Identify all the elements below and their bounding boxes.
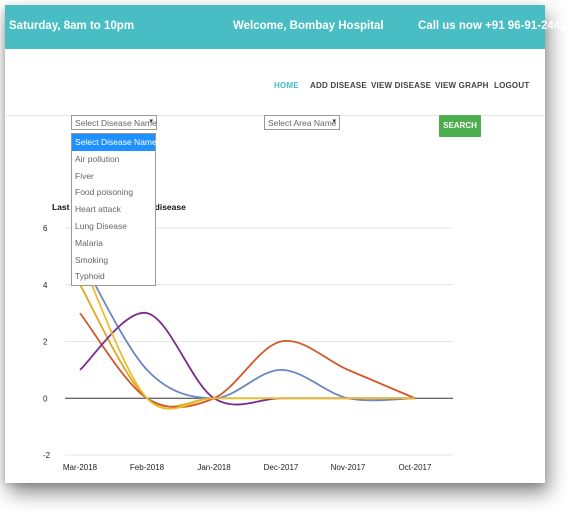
x-tick-label: Dec-2017 xyxy=(264,463,299,472)
x-tick-label: Jan-2018 xyxy=(197,463,231,472)
dropdown-option[interactable]: Food poisoning xyxy=(72,184,155,201)
dropdown-option[interactable]: Select Disease Name xyxy=(72,134,157,151)
x-tick-label: Feb-2018 xyxy=(130,463,165,472)
y-tick-label: 6 xyxy=(43,224,48,233)
y-tick-label: 0 xyxy=(43,394,48,403)
y-tick-label: 2 xyxy=(43,338,48,347)
app-window: Saturday, 8am to 10pm Welcome, Bombay Ho… xyxy=(5,5,579,483)
series-line-3 xyxy=(79,312,416,409)
x-tick-label: Mar-2018 xyxy=(63,463,98,472)
dropdown-option[interactable]: Smoking xyxy=(72,252,155,269)
dropdown-option[interactable]: Heart attack xyxy=(72,201,155,218)
x-tick-label: Nov-2017 xyxy=(331,463,366,472)
dropdown-option[interactable]: Malaria xyxy=(72,235,155,252)
disease-dropdown-list[interactable]: Select Disease Name Air pollution Fiver … xyxy=(71,133,157,287)
dropdown-option[interactable]: Lung Disease xyxy=(72,218,155,235)
y-tick-label: 4 xyxy=(43,281,48,290)
y-tick-label: -2 xyxy=(43,451,51,460)
series-line-4 xyxy=(79,312,415,406)
dropdown-option[interactable]: Typhoid xyxy=(72,268,155,285)
x-tick-label: Oct-2017 xyxy=(399,463,432,472)
dropdown-option[interactable]: Air pollution xyxy=(72,151,155,168)
dropdown-option[interactable]: Fiver xyxy=(72,168,155,185)
